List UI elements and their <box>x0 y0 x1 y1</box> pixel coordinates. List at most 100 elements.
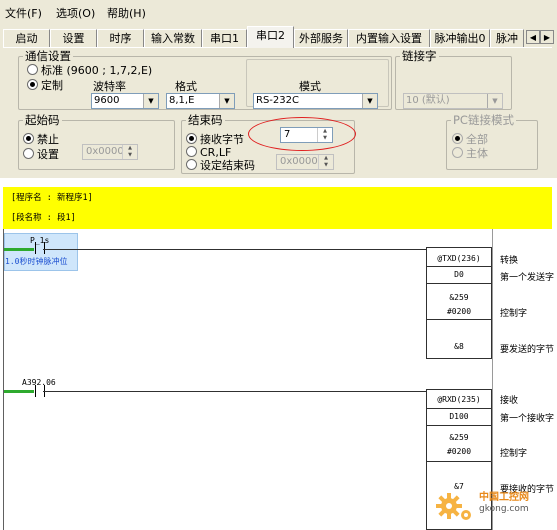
recv-bytes-label: 接收字节 <box>200 133 244 146</box>
custom-radio[interactable]: 定制 <box>27 77 63 93</box>
tab-serial-port-1[interactable]: 串口1 <box>202 29 247 47</box>
end-code-input[interactable]: 0x0000 ▲ ▼ <box>276 154 334 170</box>
start-code-input[interactable]: 0x0000 ▲ ▼ <box>82 144 138 160</box>
spinner-arrows-icon[interactable]: ▲ ▼ <box>318 155 333 169</box>
start-code-disable-label: 禁止 <box>37 133 59 146</box>
mode-value: RS-232C <box>256 95 299 106</box>
radio-selected-icon <box>186 133 197 144</box>
custom-radio-label: 定制 <box>41 79 63 92</box>
set-end-code-label: 设定结束码 <box>200 159 255 172</box>
link-word-value: 10 (默认) <box>406 95 450 106</box>
rung1-wire <box>43 249 427 250</box>
tab-strip: 启动 设置 时序 输入常数 串口1 串口2 外部服务 内置输入设置 脉冲输出0 … <box>0 26 557 48</box>
tab-panel: 通信设置 标准 (9600 ; 1,7,2,E) 定制 波特率 9600 ▼ 格… <box>3 47 552 176</box>
baud-select[interactable]: 9600 ▼ <box>91 93 159 109</box>
txd-divider <box>426 283 492 284</box>
rxd-operand2: &259 <box>449 433 469 442</box>
rxd-operand3: #0200 <box>446 447 472 456</box>
radio-selected-icon <box>452 133 463 144</box>
spinner-arrows-icon[interactable]: ▲ ▼ <box>122 145 137 159</box>
radio-circle-icon <box>23 148 34 159</box>
txd-note1: 第一个发送字 <box>500 273 555 283</box>
start-code-disable-radio[interactable]: 禁止 <box>23 131 59 147</box>
pc-link-master-label: 主体 <box>466 147 488 160</box>
radio-selected-icon <box>27 79 38 90</box>
link-word-select[interactable]: 10 (默认) ▼ <box>403 93 503 109</box>
recv-bytes-radio[interactable]: 接收字节 <box>186 131 244 147</box>
rxd-operand1: D100 <box>449 412 469 421</box>
radio-circle-icon <box>186 146 197 157</box>
radio-circle-icon <box>186 159 197 170</box>
highlight-ellipse <box>248 117 356 151</box>
format-value: 8,1,E <box>169 95 195 106</box>
txd-operand4: &8 <box>454 342 464 351</box>
contact1-no-icon[interactable] <box>35 242 45 254</box>
menu-file[interactable]: 文件(F) <box>5 5 42 21</box>
tab-builtin-input[interactable]: 内置输入设置 <box>348 29 430 47</box>
format-select[interactable]: 8,1,E ▼ <box>166 93 235 109</box>
rung1-power-flow <box>4 248 34 251</box>
section-name: [段名称 : 段1] <box>11 213 76 223</box>
tab-pulse-more[interactable]: 脉冲 <box>490 29 524 47</box>
tab-serial-port-2[interactable]: 串口2 <box>247 26 294 48</box>
tab-startup[interactable]: 启动 <box>3 29 50 47</box>
start-code-set-radio[interactable]: 设置 <box>23 146 59 162</box>
program-name: [程序名 : 新程序1] <box>11 193 93 203</box>
standard-radio[interactable]: 标准 (9600 ; 1,7,2,E) <box>27 62 152 78</box>
watermark-url: gkong.com <box>479 504 529 514</box>
mode-select[interactable]: RS-232C ▼ <box>253 93 378 109</box>
rxd-note1: 第一个接收字 <box>500 414 555 424</box>
standard-radio-label: 标准 (9600 ; 1,7,2,E) <box>41 64 153 77</box>
end-code-title: 结束码 <box>188 113 223 127</box>
link-word-title: 链接字 <box>402 49 437 63</box>
end-code-value: 0x0000 <box>280 156 318 167</box>
txd-note3: 要发送的字节 <box>500 345 555 355</box>
tab-scroll-left-icon[interactable]: ◀ <box>526 30 540 44</box>
txd-note2: 控制字 <box>500 309 528 319</box>
txd-operand2: &259 <box>449 293 469 302</box>
chevron-down-icon[interactable]: ▼ <box>219 94 234 108</box>
radio-circle-icon <box>452 147 463 158</box>
rxd-note2: 控制字 <box>500 449 528 459</box>
watermark-logo: 中国工控网 gkong.com <box>435 484 551 524</box>
rxd-divider <box>426 408 492 409</box>
tab-timing[interactable]: 时序 <box>97 29 144 47</box>
menu-bar: 文件(F) 选项(O) 帮助(H) <box>0 0 557 24</box>
chevron-down-icon[interactable]: ▼ <box>487 94 502 108</box>
radio-circle-icon <box>27 64 38 75</box>
menu-help[interactable]: 帮助(H) <box>107 5 146 21</box>
rung2-wire <box>43 391 427 392</box>
radio-selected-icon <box>23 133 34 144</box>
txd-name: @TXD(236) <box>437 254 481 263</box>
pc-link-master-radio[interactable]: 主体 <box>452 145 488 161</box>
menu-options[interactable]: 选项(O) <box>56 5 95 21</box>
start-code-title: 起始码 <box>25 113 60 127</box>
format-label: 格式 <box>175 80 197 93</box>
tab-input-constants[interactable]: 输入常数 <box>144 29 202 47</box>
txd-divider <box>426 319 492 320</box>
txd-divider <box>426 266 492 267</box>
tab-scroll-right-icon[interactable]: ▶ <box>540 30 554 44</box>
txd-operand3: #0200 <box>446 307 472 316</box>
chevron-down-icon[interactable]: ▼ <box>143 94 158 108</box>
tab-settings[interactable]: 设置 <box>50 29 97 47</box>
tab-pulse-output-0[interactable]: 脉冲输出0 <box>430 29 490 47</box>
rxd-divider <box>426 425 492 426</box>
rxd-name: @RXD(235) <box>437 395 481 404</box>
rung2-power-flow <box>4 390 34 393</box>
rxd-note-title: 接收 <box>500 396 519 406</box>
tab-external-service[interactable]: 外部服务 <box>294 29 348 47</box>
watermark-text: 中国工控网 <box>479 492 529 503</box>
baud-value: 9600 <box>94 95 120 106</box>
baud-label: 波特率 <box>93 80 126 93</box>
mode-label: 模式 <box>299 80 321 93</box>
chevron-down-icon[interactable]: ▼ <box>362 94 377 108</box>
left-power-rail <box>3 229 4 530</box>
start-code-set-label: 设置 <box>37 148 59 161</box>
txd-note-title: 转换 <box>500 256 519 266</box>
set-end-code-radio[interactable]: 设定结束码 <box>186 157 255 173</box>
contact1-comment: 1.0秒时钟脉冲位 <box>5 257 68 266</box>
rxd-divider <box>426 461 492 462</box>
txd-operand1: D0 <box>454 270 464 279</box>
program-header: [程序名 : 新程序1] [段名称 : 段1] <box>3 187 552 229</box>
